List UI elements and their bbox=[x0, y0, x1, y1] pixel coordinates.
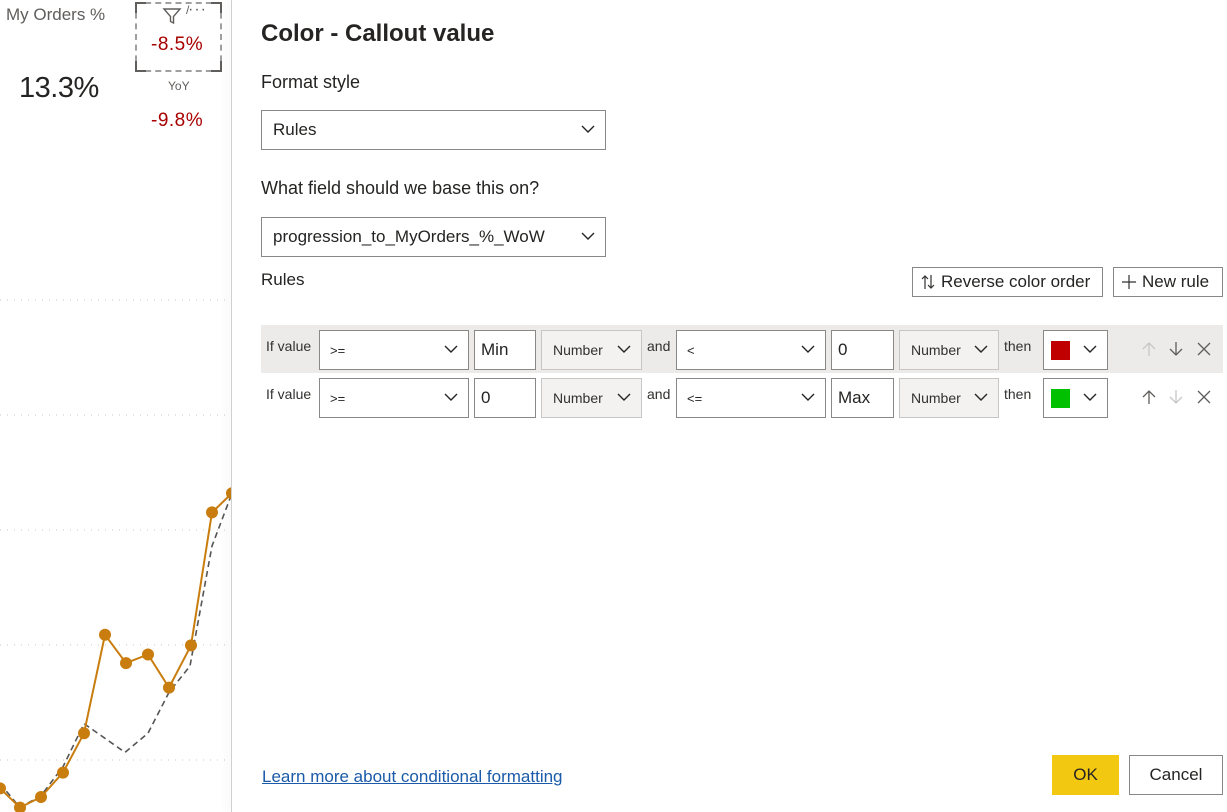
learn-more-link[interactable]: Learn more about conditional formatting bbox=[262, 767, 563, 787]
chart-point bbox=[142, 648, 154, 661]
filter-icon[interactable] bbox=[162, 6, 182, 26]
operator-1-dropdown[interactable]: >= bbox=[319, 330, 469, 370]
new-rule-button[interactable]: New rule bbox=[1113, 267, 1223, 297]
operator-1-dropdown[interactable]: >= bbox=[319, 378, 469, 418]
chart-point bbox=[163, 681, 175, 694]
operator-2-dropdown[interactable]: < bbox=[676, 330, 826, 370]
then-label: then bbox=[1004, 338, 1032, 354]
chevron-down-icon bbox=[974, 393, 988, 401]
value-1-input[interactable]: Min bbox=[474, 330, 536, 370]
move-down-icon[interactable] bbox=[1168, 389, 1184, 405]
type-2-value: Number bbox=[911, 342, 961, 358]
color-picker[interactable] bbox=[1043, 330, 1108, 370]
chevron-down-icon bbox=[444, 345, 458, 353]
type-2-value: Number bbox=[911, 390, 961, 406]
move-up-icon[interactable] bbox=[1141, 389, 1157, 405]
format-style-value: Rules bbox=[273, 120, 317, 139]
value-2-input[interactable]: 0 bbox=[831, 330, 894, 370]
then-label: then bbox=[1004, 386, 1032, 402]
visual-value-top: -8.5% bbox=[151, 34, 204, 55]
chart-point bbox=[206, 506, 218, 519]
visual-value-bottom: -9.8% bbox=[151, 110, 204, 131]
field-label: What field should we base this on? bbox=[261, 178, 540, 198]
if-value-label: If value bbox=[266, 386, 312, 402]
more-options-icon[interactable]: ··· bbox=[188, 1, 207, 19]
plus-icon bbox=[1122, 275, 1136, 289]
chevron-down-icon bbox=[581, 125, 595, 133]
color-swatch bbox=[1051, 341, 1070, 360]
operator-2-dropdown[interactable]: <= bbox=[676, 378, 826, 418]
chart-point bbox=[185, 639, 197, 652]
format-style-dropdown[interactable]: Rules bbox=[261, 110, 606, 150]
chart-point bbox=[120, 657, 132, 670]
kpi-value: 13.3% bbox=[19, 72, 99, 104]
operator-2-value: < bbox=[687, 342, 695, 358]
delete-rule-icon[interactable] bbox=[1196, 341, 1212, 357]
and-label: and bbox=[647, 338, 671, 354]
conditional-formatting-dialog: Color - Callout value Format style Rules… bbox=[232, 0, 1227, 812]
chart-point bbox=[99, 628, 111, 641]
if-value-label: If value bbox=[266, 338, 312, 354]
ok-button[interactable]: OK bbox=[1052, 755, 1119, 795]
new-rule-label: New rule bbox=[1142, 272, 1210, 291]
and-label: and bbox=[647, 386, 671, 402]
reverse-color-order-label: Reverse color order bbox=[941, 272, 1091, 291]
chevron-down-icon bbox=[1083, 393, 1097, 401]
type-1-value: Number bbox=[553, 342, 603, 358]
reverse-arrows-icon bbox=[921, 275, 935, 289]
chevron-down-icon bbox=[617, 345, 631, 353]
operator-1-value: >= bbox=[330, 390, 346, 406]
operator-2-value: <= bbox=[687, 390, 703, 406]
cancel-button[interactable]: Cancel bbox=[1129, 755, 1223, 795]
chart-point bbox=[35, 791, 47, 803]
rules-label: Rules bbox=[261, 270, 305, 289]
chart-point bbox=[78, 727, 90, 740]
chevron-down-icon bbox=[581, 232, 595, 240]
move-down-icon[interactable] bbox=[1168, 341, 1184, 357]
type-2-dropdown[interactable]: Number bbox=[899, 330, 999, 370]
field-value: progression_to_MyOrders_%_WoW bbox=[273, 227, 545, 246]
color-swatch bbox=[1051, 389, 1070, 408]
format-style-label: Format style bbox=[261, 72, 361, 92]
report-canvas: My Orders % 13.3% / ··· -8.5% YoY -9.8% bbox=[0, 0, 231, 812]
yoy-label: YoY bbox=[168, 79, 190, 93]
reverse-color-order-button[interactable]: Reverse color order bbox=[912, 267, 1103, 297]
chevron-down-icon bbox=[801, 345, 815, 353]
chevron-down-icon bbox=[617, 393, 631, 401]
type-2-dropdown[interactable]: Number bbox=[899, 378, 999, 418]
field-dropdown[interactable]: progression_to_MyOrders_%_WoW bbox=[261, 217, 606, 257]
move-up-icon[interactable] bbox=[1141, 341, 1157, 357]
chart-point bbox=[57, 766, 69, 779]
chevron-down-icon bbox=[1083, 345, 1097, 353]
dialog-title: Color - Callout value bbox=[261, 20, 495, 47]
chevron-down-icon bbox=[974, 345, 988, 353]
rule-row: If value >= 0 Number and <= Max Number t… bbox=[261, 373, 1223, 421]
delete-rule-icon[interactable] bbox=[1196, 389, 1212, 405]
value-2-input[interactable]: Max bbox=[831, 378, 894, 418]
chevron-down-icon bbox=[444, 393, 458, 401]
value-1-input[interactable]: 0 bbox=[474, 378, 536, 418]
chevron-down-icon bbox=[801, 393, 815, 401]
report-title: My Orders % bbox=[6, 5, 106, 24]
type-1-dropdown[interactable]: Number bbox=[541, 378, 642, 418]
type-1-value: Number bbox=[553, 390, 603, 406]
color-picker[interactable] bbox=[1043, 378, 1108, 418]
operator-1-value: >= bbox=[330, 342, 346, 358]
rule-row: If value >= Min Number and < 0 Number th… bbox=[261, 325, 1223, 373]
type-1-dropdown[interactable]: Number bbox=[541, 330, 642, 370]
